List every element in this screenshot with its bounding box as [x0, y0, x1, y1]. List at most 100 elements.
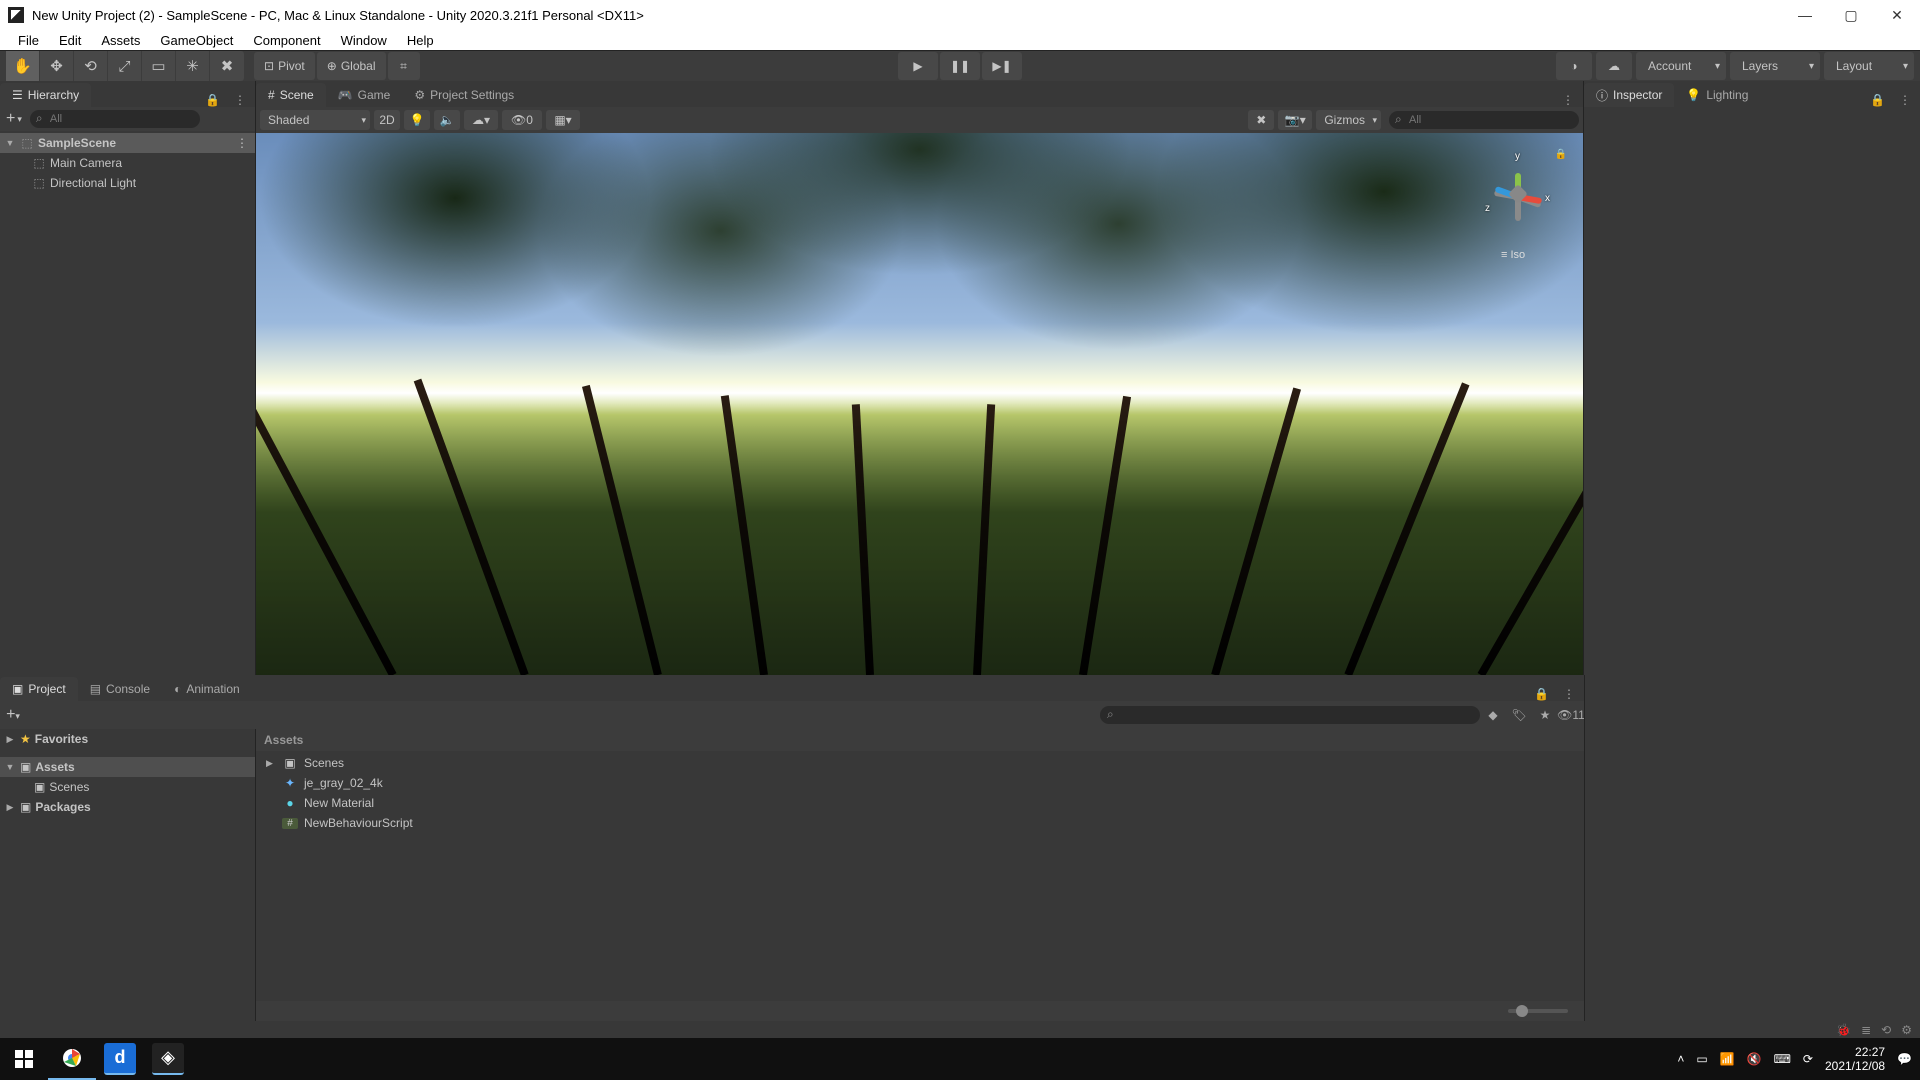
- tab-scene[interactable]: #Scene: [256, 83, 326, 107]
- rect-tool[interactable]: ▭: [142, 51, 176, 81]
- minimize-button[interactable]: —: [1782, 0, 1828, 30]
- thumbnail-size-slider[interactable]: [1508, 1009, 1568, 1013]
- fx-toggle[interactable]: ☁▾: [464, 110, 498, 130]
- tab-lighting[interactable]: 💡Lighting: [1674, 83, 1760, 107]
- menu-window[interactable]: Window: [331, 31, 397, 50]
- search-by-type[interactable]: ◆: [1480, 705, 1506, 725]
- project-search-input[interactable]: [1100, 706, 1480, 724]
- ime-icon[interactable]: ⌨: [1774, 1052, 1791, 1066]
- panel-lock-icon[interactable]: 🔒: [199, 93, 226, 107]
- play-button[interactable]: ▶: [898, 52, 938, 80]
- create-asset-dropdown[interactable]: +▾: [0, 706, 26, 724]
- game-icon: 🎮: [338, 88, 353, 102]
- pause-button[interactable]: ❚❚: [940, 52, 980, 80]
- status-icon[interactable]: ⟲: [1881, 1023, 1891, 1037]
- scene-viewport[interactable]: x y z 🔒 ≡ Iso: [256, 133, 1583, 675]
- layers-dropdown[interactable]: Layers: [1730, 52, 1820, 80]
- global-toggle[interactable]: ⊕ Global: [317, 52, 386, 80]
- gizmos-dropdown[interactable]: Gizmos: [1316, 110, 1381, 130]
- search-by-label[interactable]: 🏷: [1506, 705, 1532, 725]
- tab-game[interactable]: 🎮Game: [326, 83, 403, 107]
- clock[interactable]: 22:27 2021/12/08: [1825, 1045, 1885, 1073]
- save-search[interactable]: ★: [1532, 705, 1558, 725]
- transform-tool[interactable]: ✳: [176, 51, 210, 81]
- tab-project[interactable]: ▣Project: [0, 677, 78, 701]
- custom-tool[interactable]: ✖: [210, 51, 244, 81]
- maximize-button[interactable]: ▢: [1828, 0, 1874, 30]
- rotate-tool[interactable]: ⟲: [74, 51, 108, 81]
- scene-search-input[interactable]: [1389, 111, 1579, 129]
- asset-item[interactable]: ✦je_gray_02_4k: [256, 773, 1584, 793]
- battery-icon[interactable]: ▭: [1696, 1052, 1707, 1066]
- folder-icon: ▣: [20, 800, 31, 814]
- close-button[interactable]: ✕: [1874, 0, 1920, 30]
- scene-row[interactable]: ▼ ⬚ SampleScene ⋮: [0, 133, 255, 153]
- packages-row[interactable]: ▶▣Packages: [0, 797, 255, 817]
- tab-inspector[interactable]: ⓘInspector: [1584, 83, 1674, 107]
- asset-item[interactable]: #NewBehaviourScript: [256, 813, 1584, 833]
- grid-toggle[interactable]: ▦▾: [546, 110, 580, 130]
- snap-toggle[interactable]: ⌗: [388, 52, 420, 80]
- orientation-gizmo[interactable]: x y z 🔒 ≡ Iso: [1473, 149, 1563, 239]
- create-dropdown[interactable]: +: [4, 110, 17, 128]
- layout-dropdown[interactable]: Layout: [1824, 52, 1914, 80]
- panel-lock-icon[interactable]: 🔒: [1528, 687, 1555, 701]
- tab-hierarchy[interactable]: ☰Hierarchy: [0, 83, 91, 107]
- scene-menu-icon[interactable]: ⋮: [236, 136, 255, 150]
- sync-icon[interactable]: ⟳: [1803, 1052, 1813, 1066]
- lock-icon[interactable]: 🔒: [1555, 149, 1567, 160]
- gameobject-icon: ⬚: [32, 156, 46, 170]
- tab-console[interactable]: ▤Console: [78, 677, 162, 701]
- projection-label[interactable]: ≡ Iso: [1501, 249, 1525, 261]
- unity-taskbar-icon[interactable]: ◈: [152, 1043, 184, 1075]
- camera-toggle[interactable]: 📷▾: [1278, 110, 1312, 130]
- app-icon[interactable]: d: [104, 1043, 136, 1075]
- menu-gameobject[interactable]: GameObject: [150, 31, 243, 50]
- notifications-icon[interactable]: 💬: [1897, 1052, 1912, 1066]
- collab-button[interactable]: ◑: [1556, 52, 1592, 80]
- favorites-row[interactable]: ▶★Favorites: [0, 729, 255, 749]
- hierarchy-item[interactable]: ⬚Directional Light: [0, 173, 255, 193]
- chrome-icon[interactable]: [48, 1038, 96, 1080]
- 2d-toggle[interactable]: 2D: [374, 110, 400, 130]
- assets-row[interactable]: ▼▣Assets: [0, 757, 255, 777]
- panel-menu-icon[interactable]: ⋮: [226, 93, 255, 107]
- hand-tool[interactable]: ✋: [6, 51, 40, 81]
- menu-edit[interactable]: Edit: [49, 31, 91, 50]
- audio-toggle[interactable]: 🔈: [434, 110, 460, 130]
- move-tool[interactable]: ✥: [40, 51, 74, 81]
- asset-item[interactable]: ●New Material: [256, 793, 1584, 813]
- status-icon[interactable]: 🐞: [1836, 1023, 1851, 1037]
- step-button[interactable]: ▶❚: [982, 52, 1022, 80]
- hierarchy-item[interactable]: ⬚Main Camera: [0, 153, 255, 173]
- wifi-icon[interactable]: 📶: [1720, 1052, 1735, 1066]
- hidden-packages[interactable]: 👁11: [1558, 705, 1584, 725]
- lighting-toggle[interactable]: 💡: [404, 110, 430, 130]
- menu-component[interactable]: Component: [243, 31, 330, 50]
- status-icon[interactable]: ≣: [1861, 1023, 1871, 1037]
- scenes-folder-row[interactable]: ▣Scenes: [0, 777, 255, 797]
- start-button[interactable]: [0, 1038, 48, 1080]
- tab-animation[interactable]: ◐Animation: [162, 677, 252, 701]
- panel-lock-icon[interactable]: 🔒: [1864, 93, 1891, 107]
- panel-menu-icon[interactable]: ⋮: [1555, 687, 1584, 701]
- asset-item[interactable]: ▶▣Scenes: [256, 753, 1584, 773]
- menu-assets[interactable]: Assets: [91, 31, 150, 50]
- tools-toggle[interactable]: ✖: [1248, 110, 1274, 130]
- menu-help[interactable]: Help: [397, 31, 444, 50]
- hierarchy-search-input[interactable]: [30, 110, 200, 128]
- breadcrumb[interactable]: Assets: [256, 729, 1584, 751]
- account-dropdown[interactable]: Account: [1636, 52, 1726, 80]
- panel-menu-icon[interactable]: ⋮: [1891, 93, 1920, 107]
- menu-file[interactable]: File: [8, 31, 49, 50]
- scale-tool[interactable]: ⤢: [108, 51, 142, 81]
- panel-menu-icon[interactable]: ⋮: [1554, 93, 1583, 107]
- status-icon[interactable]: ⚙: [1901, 1023, 1912, 1037]
- hidden-objects[interactable]: 👁0: [502, 110, 542, 130]
- tray-chevron-icon[interactable]: ˄: [1677, 1052, 1684, 1066]
- volume-icon[interactable]: 🔇: [1747, 1052, 1762, 1066]
- tab-project-settings[interactable]: ⚙Project Settings: [402, 83, 526, 107]
- cloud-button[interactable]: ☁: [1596, 52, 1632, 80]
- shading-mode-dropdown[interactable]: Shaded: [260, 110, 370, 130]
- pivot-toggle[interactable]: ⊡ Pivot: [254, 52, 315, 80]
